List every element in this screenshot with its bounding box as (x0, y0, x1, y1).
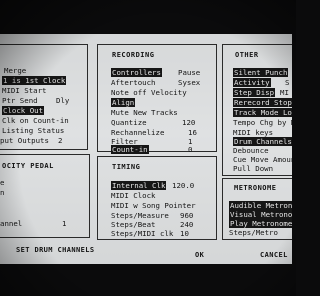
metro-visual[interactable]: Visual Metronom (229, 210, 296, 219)
option-clock-out-label: Clock Out (2, 106, 45, 115)
timing-steps-measure[interactable]: Steps/Measure (111, 211, 169, 220)
other-midi-keys[interactable]: MIDI keys (233, 128, 273, 137)
other-track-mode-label: Track Mode Lo (233, 108, 293, 117)
screen-bezel-bottom (0, 264, 296, 296)
rec-controllers-label: Controllers (111, 68, 162, 77)
metro-play[interactable]: Play Metronome (229, 219, 294, 228)
rec-count-in-value[interactable]: 0 (188, 145, 192, 154)
option-clock-out[interactable]: Clock Out (2, 106, 45, 115)
rec-align-label: Align (111, 98, 136, 107)
other-drum-channels-label: Drum Channels (233, 137, 293, 146)
other-drum-channels[interactable]: Drum Channels (233, 137, 293, 146)
other-silent-punch[interactable]: Silent Punch (233, 68, 289, 77)
rec-aftertouch[interactable]: Aftertouch (111, 78, 156, 87)
velocity-option-2[interactable]: n (0, 188, 4, 197)
option-midi-start[interactable]: MIDI Start (2, 86, 47, 95)
timing-song-pointer[interactable]: MIDI w Song Pointer (111, 201, 196, 210)
cancel-button[interactable]: CANCEL (260, 251, 288, 259)
other-cue-move[interactable]: Cue Move Amoun (233, 155, 295, 164)
rec-quantize[interactable]: Quantize (111, 118, 147, 127)
other-title: OTHER (235, 51, 259, 59)
option-clk-count-in[interactable]: Clk on Count-in (2, 116, 69, 125)
timing-internal-clk-label: Internal Clk (111, 181, 167, 190)
rec-rechannelize-value[interactable]: 16 (188, 128, 197, 137)
other-step-disp-value[interactable]: MI (280, 88, 289, 97)
set-drum-channels-button[interactable]: SET DRUM CHANNELS (16, 246, 94, 254)
rec-controllers[interactable]: Controllers (111, 68, 162, 77)
metro-visual-label: Visual Metronom (229, 210, 296, 219)
option-ptr-send-value: Dly (56, 96, 70, 105)
other-activity-value[interactable]: S (285, 78, 289, 87)
metronome-title: METRONOME (234, 184, 277, 192)
timing-internal-clk[interactable]: Internal Clk (111, 181, 167, 190)
other-silent-punch-label: Silent Punch (233, 68, 289, 77)
velocity-channel-value[interactable]: 1 (62, 219, 66, 228)
other-step-disp-label: Step Disp (233, 88, 276, 97)
screen-bezel-top (0, 0, 296, 34)
option-listing-status[interactable]: Listing Status (2, 126, 64, 135)
other-rerecord-stop[interactable]: Rerecord Stop (233, 98, 293, 107)
ok-button[interactable]: OK (195, 251, 204, 259)
option-1st-clock[interactable]: 1 is 1st Clock (2, 76, 67, 85)
other-activity[interactable]: Activity (233, 78, 271, 87)
rec-rechannelize[interactable]: Rechannelize (111, 128, 164, 137)
metro-play-label: Play Metronome (229, 219, 294, 228)
option-outputs-value: 2 (58, 136, 63, 145)
screen-bezel-right (292, 0, 296, 296)
velocity-pedal-title: OCITY PEDAL (2, 162, 54, 170)
recording-title: RECORDING (112, 51, 155, 59)
option-ptr-send[interactable]: Ptr Send (2, 96, 38, 105)
rec-align[interactable]: Align (111, 98, 136, 107)
rec-count-in-label: Count-in (111, 145, 149, 154)
other-tempo-chg[interactable]: Tempo Chg by M (233, 118, 295, 127)
option-1st-clock-label: 1 is 1st Clock (2, 76, 67, 85)
velocity-option-1[interactable]: e (0, 178, 4, 187)
rec-note-off-velocity[interactable]: Note off Velocity (111, 88, 187, 97)
rec-count-in[interactable]: Count-in (111, 145, 149, 154)
timing-midi-clock[interactable]: MIDI Clock (111, 191, 156, 200)
option-merge[interactable]: Merge (4, 66, 26, 75)
other-debounce[interactable]: Debounce (233, 146, 269, 155)
other-pull-down[interactable]: Pull Down (233, 164, 273, 173)
timing-steps-beat[interactable]: Steps/Beat (111, 220, 156, 229)
timing-steps-midi-clk-value[interactable]: 10 (180, 229, 189, 238)
timing-steps-measure-value[interactable]: 960 (180, 211, 193, 220)
other-step-disp[interactable]: Step Disp (233, 88, 276, 97)
other-track-mode[interactable]: Track Mode Lo (233, 108, 293, 117)
velocity-channel[interactable]: annel (0, 219, 22, 228)
rec-sysex[interactable]: Sysex (178, 78, 200, 87)
metro-audible[interactable]: Audible Metron (229, 201, 294, 210)
timing-tempo-value[interactable]: 120.0 (172, 181, 194, 190)
rec-pause[interactable]: Pause (178, 68, 200, 77)
metro-audible-label: Audible Metron (229, 201, 294, 210)
options-screen: Merge 1 is 1st Clock MIDI Start Ptr Send… (0, 0, 296, 296)
rec-mute-new-tracks[interactable]: Mute New Tracks (111, 108, 178, 117)
other-rerecord-stop-label: Rerecord Stop (233, 98, 293, 107)
metro-steps-metro[interactable]: Steps/Metro (229, 228, 278, 237)
rec-quantize-value[interactable]: 120 (182, 118, 195, 127)
timing-steps-midi-clk[interactable]: Steps/MIDI clk (111, 229, 173, 238)
timing-title: TIMING (112, 163, 141, 171)
timing-steps-beat-value[interactable]: 240 (180, 220, 193, 229)
other-activity-label: Activity (233, 78, 271, 87)
option-outputs[interactable]: put Outputs (0, 136, 49, 145)
